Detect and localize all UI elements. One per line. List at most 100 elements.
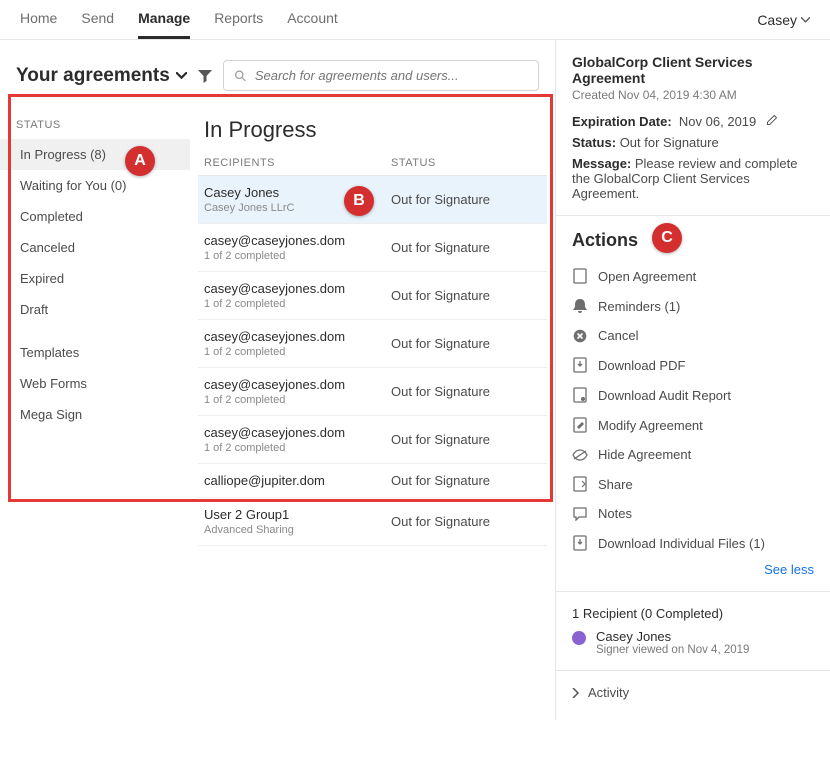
sidebar-item[interactable]: In Progress (8) [0, 139, 190, 170]
recipient-primary: calliope@jupiter.dom [204, 473, 391, 488]
action-icon [572, 476, 588, 492]
chevron-down-icon [176, 72, 187, 79]
sidebar-item[interactable]: Expired [16, 263, 190, 294]
recipient-sub: Signer viewed on Nov 4, 2019 [596, 644, 749, 656]
nav-send[interactable]: Send [81, 10, 114, 39]
action-label: Download PDF [598, 358, 685, 373]
activity-toggle[interactable]: Activity [572, 685, 814, 700]
caret-down-icon [801, 17, 810, 23]
recipient-name: Casey Jones [596, 629, 749, 644]
action-item[interactable]: Hide Agreement [572, 440, 814, 469]
recipient-primary: User 2 Group1 [204, 507, 391, 522]
action-icon [572, 387, 588, 403]
table-row[interactable]: calliope@jupiter.domOut for Signature [198, 464, 547, 498]
action-icon [572, 268, 588, 284]
detail-panel: GlobalCorp Client Services Agreement Cre… [555, 40, 830, 720]
sidebar-item[interactable]: Templates [16, 337, 190, 368]
nav-account[interactable]: Account [287, 10, 338, 39]
row-status: Out for Signature [391, 185, 541, 214]
row-status: Out for Signature [391, 233, 541, 262]
callout-badge-B: B [344, 186, 374, 216]
nav-reports[interactable]: Reports [214, 10, 263, 39]
filter-icon[interactable] [197, 68, 213, 84]
recipient-row[interactable]: Casey Jones Signer viewed on Nov 4, 2019 [572, 629, 814, 656]
action-label: Notes [598, 506, 632, 521]
recipient-primary: casey@caseyjones.dom [204, 329, 391, 344]
action-icon [572, 449, 588, 461]
table-row[interactable]: casey@caseyjones.dom 1 of 2 completedOut … [198, 416, 547, 464]
your-agreements-dropdown[interactable]: Your agreements [16, 65, 187, 87]
row-status: Out for Signature [391, 507, 541, 536]
user-menu[interactable]: Casey [757, 12, 810, 38]
recipient-secondary: Advanced Sharing [204, 524, 391, 536]
action-label: Modify Agreement [598, 418, 703, 433]
column-headers: RECIPIENTS STATUS [198, 153, 547, 176]
action-icon [572, 298, 588, 314]
callout-badge-C: C [652, 223, 682, 253]
sidebar-item[interactable]: Completed [16, 201, 190, 232]
content-area: In Progress RECIPIENTS STATUS Casey Jone… [190, 101, 555, 556]
sidebar-item[interactable]: Waiting for You (0) [16, 170, 190, 201]
chevron-right-icon [572, 688, 580, 698]
callout-badge-A: A [125, 146, 155, 176]
user-name: Casey [757, 12, 797, 28]
action-label: Download Audit Report [598, 388, 731, 403]
sidebar-item[interactable]: Web Forms [16, 368, 190, 399]
action-icon [572, 329, 588, 343]
action-label: Reminders (1) [598, 299, 680, 314]
recipient-secondary: 1 of 2 completed [204, 250, 391, 262]
table-row[interactable]: User 2 Group1 Advanced SharingOut for Sig… [198, 498, 547, 546]
sidebar-item[interactable]: Canceled [16, 232, 190, 263]
action-item[interactable]: Open Agreement [572, 261, 814, 291]
col-status: STATUS [391, 157, 541, 169]
status-row: Status: Out for Signature [572, 135, 814, 150]
sidebar-item[interactable]: Draft [16, 294, 190, 325]
see-less-link[interactable]: See less [572, 562, 814, 577]
action-item[interactable]: Download Audit Report [572, 380, 814, 410]
recipient-primary: casey@caseyjones.dom [204, 233, 391, 248]
search-icon [234, 69, 247, 83]
col-recipients: RECIPIENTS [204, 157, 391, 169]
table-row[interactable]: casey@caseyjones.dom 1 of 2 completedOut … [198, 224, 547, 272]
top-nav: Home Send Manage Reports Account Casey [0, 0, 830, 40]
recipient-primary: casey@caseyjones.dom [204, 425, 391, 440]
action-item[interactable]: Reminders (1) [572, 291, 814, 321]
nav-manage[interactable]: Manage [138, 10, 190, 39]
recipients-header: 1 Recipient (0 Completed) [572, 606, 814, 621]
action-label: Open Agreement [598, 269, 696, 284]
action-icon [572, 417, 588, 433]
recipient-secondary: 1 of 2 completed [204, 394, 391, 406]
nav-home[interactable]: Home [20, 10, 57, 39]
action-item[interactable]: Download PDF [572, 350, 814, 380]
action-item[interactable]: Notes [572, 499, 814, 528]
sidebar-status-header: STATUS [16, 119, 190, 131]
action-item[interactable]: Download Individual Files (1) [572, 528, 814, 558]
recipient-status-dot [572, 631, 586, 645]
table-row[interactable]: casey@caseyjones.dom 1 of 2 completedOut … [198, 320, 547, 368]
action-icon [572, 357, 588, 373]
row-status: Out for Signature [391, 281, 541, 310]
content-heading: In Progress [204, 117, 547, 143]
action-icon [572, 535, 588, 551]
row-status: Out for Signature [391, 425, 541, 454]
row-status: Out for Signature [391, 377, 541, 406]
agreement-title: GlobalCorp Client Services Agreement [572, 54, 814, 86]
action-item[interactable]: Cancel [572, 321, 814, 350]
filter-row: Your agreements [0, 40, 555, 101]
table-row[interactable]: casey@caseyjones.dom1 of 2 completedOut … [198, 368, 547, 416]
sidebar-item[interactable]: Mega Sign [16, 399, 190, 430]
edit-expiration-icon[interactable] [766, 114, 778, 126]
action-label: Hide Agreement [598, 447, 691, 462]
action-item[interactable]: Modify Agreement [572, 410, 814, 440]
row-status: Out for Signature [391, 473, 541, 488]
recipient-secondary: 1 of 2 completed [204, 442, 391, 454]
message-row: Message: Please review and complete the … [572, 156, 814, 201]
row-status: Out for Signature [391, 329, 541, 358]
action-icon [572, 507, 588, 521]
action-item[interactable]: Share [572, 469, 814, 499]
table-row[interactable]: casey@caseyjones.dom1 of 2 completedOut … [198, 272, 547, 320]
search-box[interactable] [223, 60, 539, 91]
recipient-secondary: 1 of 2 completed [204, 346, 391, 358]
search-input[interactable] [255, 68, 528, 83]
expiration-row: Expiration Date: Nov 06, 2019 [572, 114, 814, 129]
